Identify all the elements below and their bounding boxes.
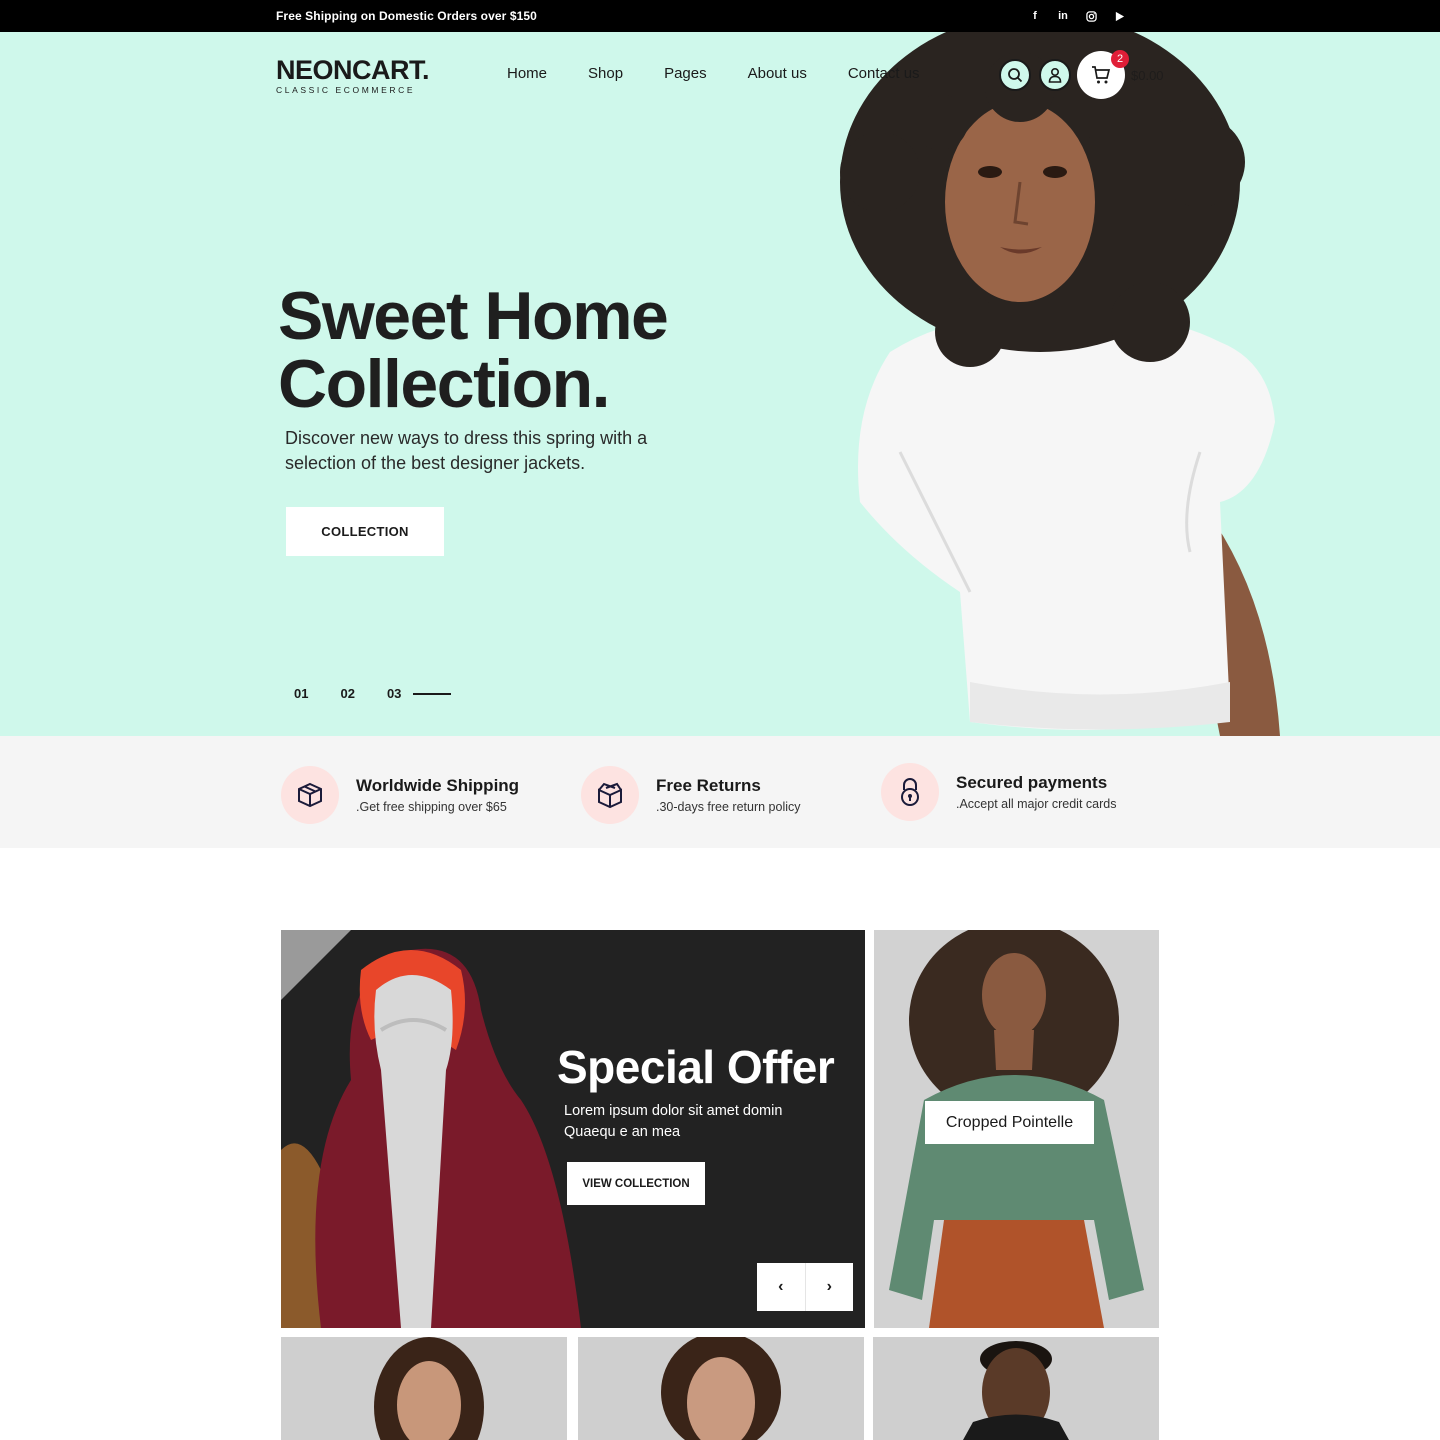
feature-title: Secured payments xyxy=(956,773,1108,792)
feature-title: Free Returns xyxy=(656,776,761,795)
lock-icon xyxy=(881,763,939,821)
next-arrow-icon[interactable]: › xyxy=(804,1263,854,1311)
features-strip: Worldwide Shipping .Get free shipping ov… xyxy=(0,736,1440,848)
nav-shop[interactable]: Shop xyxy=(588,65,623,82)
linkedin-icon[interactable]: in xyxy=(1055,8,1071,24)
user-icon xyxy=(1048,67,1062,83)
model-portrait-image xyxy=(661,1337,781,1440)
slide-dot-2[interactable]: 02 xyxy=(340,686,354,701)
hero-title-line2: Collection. xyxy=(278,346,611,422)
instagram-icon[interactable] xyxy=(1083,8,1099,24)
slide-dot-3[interactable]: 03 xyxy=(387,686,401,701)
main-nav: Home Shop Pages About us Contact us xyxy=(507,65,961,82)
feature-desc: .Accept all major credit cards xyxy=(956,797,1117,811)
active-slide-indicator xyxy=(413,692,452,695)
hero-title-line1: Sweet Home xyxy=(278,278,669,354)
logo-brand: NEONCART. xyxy=(276,55,430,85)
model-portrait-image xyxy=(374,1337,484,1440)
cart-icon xyxy=(1092,66,1111,84)
announcement-bar: Free Shipping on Domestic Orders over $1… xyxy=(0,0,1440,32)
banner-arrows: ‹ › xyxy=(757,1263,853,1311)
return-box-icon xyxy=(581,766,639,824)
slide-pagination: 01 02 03 xyxy=(294,686,452,701)
feature-title: Worldwide Shipping xyxy=(356,776,520,795)
nav-pages[interactable]: Pages xyxy=(664,65,707,82)
logo[interactable]: NEONCART. CLASSIC ECOMMERCE xyxy=(276,55,430,95)
model-portrait-image xyxy=(963,1341,1069,1440)
cropped-pointelle-card[interactable]: Cropped Pointelle xyxy=(874,930,1159,1328)
feature-shipping: Worldwide Shipping .Get free shipping ov… xyxy=(281,766,519,824)
special-offer-title: Special Offer xyxy=(557,1041,835,1093)
hero-model-image xyxy=(840,32,1280,736)
feature-returns: Free Returns .30-days free return policy xyxy=(581,766,801,824)
special-offer-desc: Lorem ipsum dolor sit amet domin Quaequ … xyxy=(564,1103,783,1140)
product-thumb-1[interactable] xyxy=(281,1337,567,1440)
box-icon xyxy=(281,766,339,824)
feature-desc: .Get free shipping over $65 xyxy=(356,800,507,814)
cart-total: $0.00 xyxy=(1131,68,1164,83)
logo-tagline: CLASSIC ECOMMERCE xyxy=(276,85,416,95)
product-thumb-2[interactable] xyxy=(578,1337,864,1440)
cart-count-badge: 2 xyxy=(1111,50,1129,68)
slide-dot-1[interactable]: 01 xyxy=(294,686,308,701)
view-collection-button[interactable]: VIEW COLLECTION xyxy=(567,1162,705,1205)
side-card-label[interactable]: Cropped Pointelle xyxy=(925,1101,1094,1144)
nav-about-us[interactable]: About us xyxy=(748,65,807,82)
prev-arrow-icon[interactable]: ‹ xyxy=(757,1263,805,1311)
feature-payments: Secured payments .Accept all major credi… xyxy=(881,763,1116,821)
facebook-icon[interactable]: f xyxy=(1027,8,1043,24)
product-thumb-3[interactable] xyxy=(873,1337,1159,1440)
special-offer-banner: Special Offer Lorem ipsum dolor sit amet… xyxy=(281,930,865,1328)
hero-section: NEONCART. CLASSIC ECOMMERCE Home Shop Pa… xyxy=(0,32,1440,736)
nav-home[interactable]: Home xyxy=(507,65,547,82)
social-links: f in xyxy=(1027,8,1127,24)
play-icon[interactable] xyxy=(1111,8,1127,24)
search-button[interactable] xyxy=(999,59,1031,91)
nav-contact-us[interactable]: Contact us xyxy=(848,65,920,82)
shipping-promo-text: Free Shipping on Domestic Orders over $1… xyxy=(276,9,537,23)
feature-desc: .30-days free return policy xyxy=(656,800,801,814)
search-icon xyxy=(1008,68,1023,83)
collection-button[interactable]: COLLECTION xyxy=(286,507,444,556)
hero-subtitle: Discover new ways to dress this spring w… xyxy=(285,428,648,473)
hero-title: Sweet Home Collection. xyxy=(278,282,669,418)
account-button[interactable] xyxy=(1039,59,1071,91)
